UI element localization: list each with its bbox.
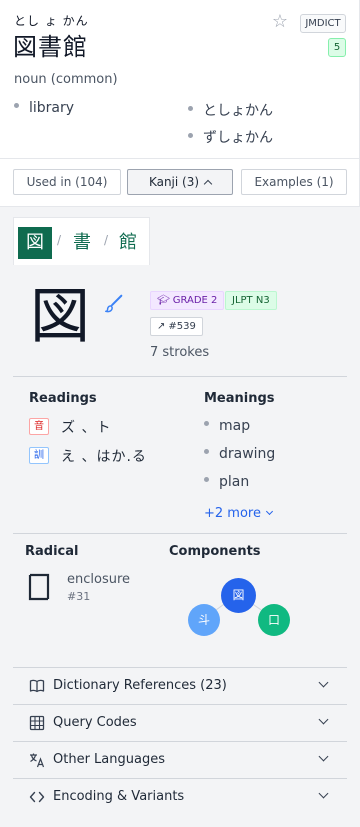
accordion-encoding-variants[interactable]: Encoding & Variants	[13, 778, 347, 815]
tabs-row: Used in (104) Kanji (3) Examples (1)	[0, 158, 360, 206]
separator: /	[104, 233, 109, 247]
tab-examples[interactable]: Examples (1)	[241, 169, 347, 195]
jlpt-badge: JLPT N3	[225, 291, 277, 310]
bullet-icon	[204, 420, 209, 426]
chevron-down-icon	[318, 677, 329, 688]
tab-kanji[interactable]: Kanji (3)	[127, 169, 233, 195]
bullet-icon	[204, 476, 209, 482]
accordion-other-languages[interactable]: Other Languages	[13, 741, 347, 778]
stroke-count: 7 strokes	[150, 345, 210, 360]
bullet-icon	[204, 448, 209, 454]
component-node-right[interactable]: 口	[258, 604, 290, 636]
sense-label: library	[29, 100, 75, 116]
graduation-cap-icon: 🎓︎	[157, 295, 170, 306]
reading-label: としょかん	[203, 103, 273, 119]
grade-badge: 🎓︎ GRADE 2	[150, 291, 225, 310]
components-title: Components	[169, 544, 261, 559]
divider	[13, 533, 347, 534]
chevron-down-icon	[265, 507, 274, 516]
component-node-left[interactable]: 斗	[188, 604, 220, 636]
reading-item: ずしょかん	[188, 127, 273, 147]
chevron-down-icon	[318, 751, 329, 762]
meaning-item: map	[204, 418, 250, 434]
part-of-speech: noun (common)	[14, 72, 118, 87]
kun-reading: え 、はか.る	[61, 449, 147, 465]
kanji-tab-1[interactable]: 図	[18, 227, 52, 259]
accordion-label: Query Codes	[53, 715, 137, 730]
app-frame: とし ょ かん 図書館 ☆ JMDICT 5 noun (common) lib…	[0, 0, 360, 827]
accordion-query-codes[interactable]: Query Codes	[13, 704, 347, 741]
meanings-title: Meanings	[204, 391, 275, 406]
meaning-label: drawing	[219, 446, 276, 462]
bullet-icon	[14, 102, 19, 108]
enclosure-radical-icon	[28, 573, 50, 601]
chevron-down-icon	[318, 714, 329, 725]
radical-name: enclosure	[67, 572, 131, 587]
frequency-badge: ↗ #539	[150, 317, 203, 336]
radical-number: #31	[67, 590, 91, 603]
grade-label: GRADE 2	[172, 295, 218, 306]
accordion-dictionary-references[interactable]: Dictionary References (23)	[13, 667, 347, 704]
accordion-label: Other Languages	[53, 752, 165, 767]
kanji-tab-3[interactable]: 館	[111, 227, 145, 259]
kanji-tab-strip: 図 / 書 / 館	[13, 217, 150, 265]
tab-used-in[interactable]: Used in (104)	[13, 169, 121, 195]
more-meanings-label: +2 more	[204, 506, 261, 521]
chevron-down-icon	[318, 788, 329, 799]
kun-reading-badge: 訓	[29, 447, 49, 464]
headword: 図書館	[13, 33, 88, 61]
tab-kanji-label: Kanji (3)	[148, 175, 200, 189]
chevron-up-icon	[203, 179, 213, 189]
component-node-center[interactable]: 図	[221, 578, 256, 613]
more-meanings-link[interactable]: +2 more	[204, 506, 274, 521]
grid-icon	[29, 715, 45, 731]
kanji-character: 図	[30, 282, 90, 352]
star-icon[interactable]: ☆	[270, 12, 290, 32]
accordion-label: Encoding & Variants	[53, 789, 185, 804]
meaning-label: plan	[219, 474, 250, 490]
kanji-panel: 図 / 書 / 館 図 🎓︎ GRADE 2 JLPT N3 ↗ #539 7 st…	[0, 206, 360, 827]
meaning-item: plan	[204, 474, 249, 490]
brush-icon[interactable]	[103, 293, 125, 315]
book-icon	[29, 679, 45, 693]
count-badge: 5	[328, 38, 346, 57]
meaning-item: drawing	[204, 446, 275, 462]
divider	[13, 376, 347, 377]
on-reading-badge: 音	[29, 418, 49, 435]
bullet-icon	[188, 105, 193, 111]
code-icon	[29, 791, 45, 803]
separator: /	[57, 233, 62, 247]
sense-item: library	[14, 100, 74, 116]
kanji-tab-2[interactable]: 書	[65, 227, 99, 259]
accordion-label: Dictionary References (23)	[53, 678, 227, 693]
reading-label: ずしょかん	[203, 130, 273, 146]
radical-title: Radical	[25, 544, 79, 559]
bullet-icon	[188, 132, 193, 138]
meaning-label: map	[219, 418, 251, 434]
readings-title: Readings	[29, 391, 97, 406]
reading-item: としょかん	[188, 100, 273, 120]
on-reading: ズ 、ト	[61, 420, 112, 436]
source-badge: JMDICT	[300, 14, 346, 33]
frequency-label: #539	[168, 321, 196, 332]
translate-icon	[30, 753, 45, 768]
trending-up-icon: ↗	[157, 321, 166, 332]
